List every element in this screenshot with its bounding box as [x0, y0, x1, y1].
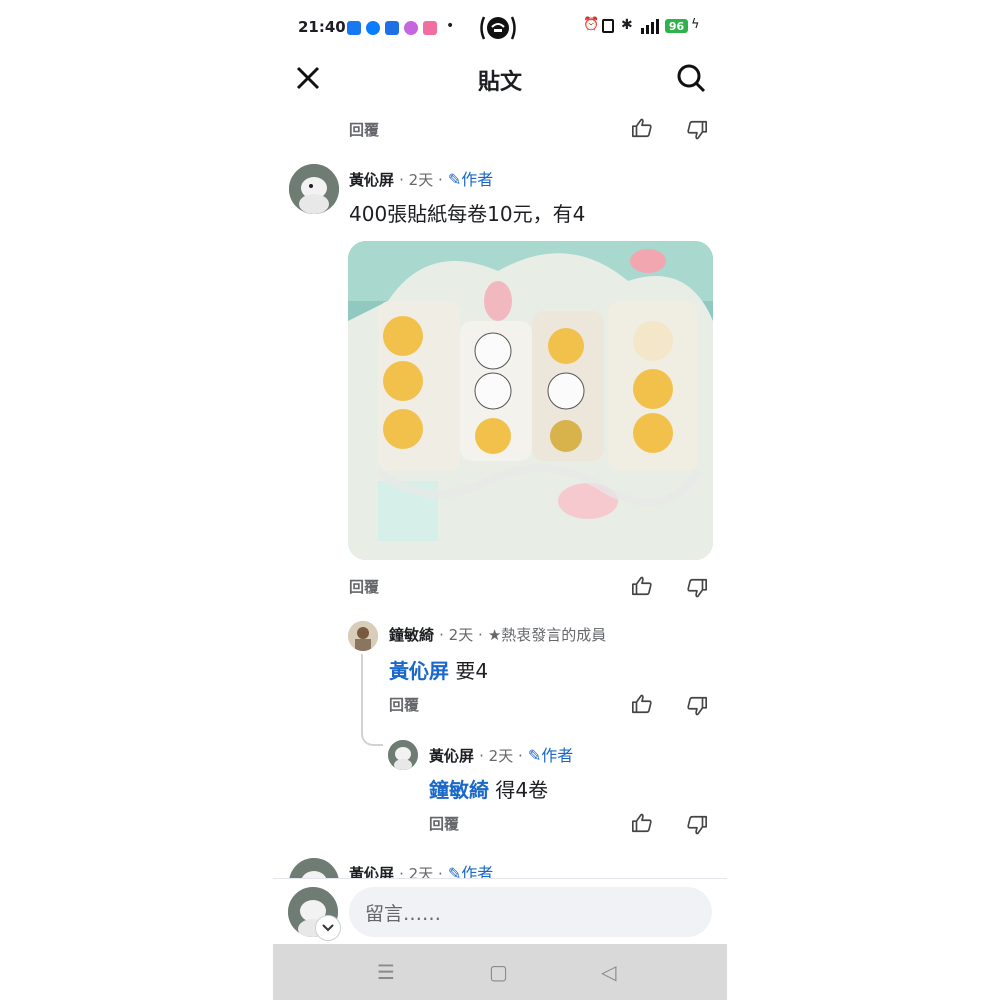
- thumbs-down-icon[interactable]: [685, 576, 709, 600]
- calendar-notification-icon: [423, 21, 437, 35]
- status-bar: 21:40 • ⏰ ✱ 96 ϟ: [273, 14, 727, 42]
- phone-screen: 21:40 • ⏰ ✱ 96 ϟ 貼文 回覆 黃伈屏 · 2天 · ✎作者 40…: [273, 0, 727, 1000]
- thumbs-down-icon[interactable]: [685, 694, 709, 718]
- author-badge: 作者: [461, 170, 494, 189]
- battery-icon: 96: [665, 19, 688, 33]
- thread-connector: [361, 654, 383, 746]
- avatar[interactable]: [388, 740, 418, 770]
- avatar[interactable]: [348, 621, 378, 651]
- bluetooth-icon: ✱: [621, 17, 633, 33]
- comment-input[interactable]: 留言……: [349, 887, 712, 937]
- comment-meta: · 2天 ·: [439, 626, 483, 644]
- comment-text: 要4: [455, 659, 489, 683]
- signal-icon: [637, 18, 661, 34]
- mention-link[interactable]: 黃伈屏: [389, 659, 449, 683]
- menu-icon[interactable]: ☰: [377, 960, 395, 984]
- pencil-icon: ✎: [527, 746, 542, 765]
- comment-header: 黃伈屏 · 2天 · ✎作者: [349, 166, 493, 190]
- comment-photo[interactable]: [348, 241, 713, 560]
- more-notifications-dot: •: [446, 18, 455, 34]
- app-notification-icon: [385, 21, 399, 35]
- thumbs-up-icon[interactable]: [630, 811, 654, 835]
- reply-button[interactable]: 回覆: [349, 576, 379, 597]
- commenter-name[interactable]: 黃伈屏: [429, 747, 474, 765]
- home-icon[interactable]: ▢: [489, 960, 508, 984]
- hotspot-icon: [478, 14, 518, 42]
- messenger-notification-icon: [366, 21, 380, 35]
- reply-button[interactable]: 回覆: [389, 694, 419, 715]
- member-badge: 熱衷發言的成員: [501, 626, 607, 644]
- status-time: 21:40: [298, 18, 346, 36]
- vibrate-icon: [602, 19, 614, 33]
- comment-meta: · 2天 ·: [399, 171, 443, 189]
- comment-composer: 留言……: [273, 878, 727, 945]
- thumbs-down-icon[interactable]: [685, 813, 709, 837]
- photos-notification-icon: [404, 21, 418, 35]
- facebook-notification-icon: [347, 21, 361, 35]
- back-icon[interactable]: ◁: [601, 960, 616, 984]
- reply-button[interactable]: 回覆: [349, 119, 379, 140]
- comment-text-row: 黃伈屏 要4: [389, 655, 488, 684]
- comment-text-row: 鐘敏綺 得4卷: [429, 774, 548, 803]
- comment-text: 得4卷: [495, 778, 549, 802]
- alarm-icon: ⏰: [583, 17, 600, 32]
- comment-header: 鐘敏綺 · 2天 · ★熱衷發言的成員: [389, 624, 606, 645]
- system-nav-bar: ☰ ▢ ◁: [273, 944, 727, 1000]
- mention-link[interactable]: 鐘敏綺: [429, 778, 489, 802]
- thumbs-up-icon[interactable]: [630, 574, 654, 598]
- search-icon[interactable]: [675, 62, 707, 94]
- avatar[interactable]: [289, 164, 339, 214]
- comment-meta: · 2天 ·: [479, 747, 523, 765]
- thumbs-up-icon[interactable]: [630, 116, 654, 140]
- reply-button[interactable]: 回覆: [429, 813, 459, 834]
- thumbs-down-icon[interactable]: [685, 118, 709, 142]
- author-badge: 作者: [541, 746, 574, 765]
- pencil-icon: ✎: [447, 170, 462, 189]
- charging-icon: ϟ: [691, 17, 700, 32]
- battery-level: 96: [668, 19, 685, 33]
- comment-placeholder: 留言……: [365, 902, 442, 925]
- commenter-name[interactable]: 鐘敏綺: [389, 626, 434, 644]
- comment-header: 黃伈屏 · 2天 · ✎作者: [429, 742, 573, 766]
- commenter-name[interactable]: 黃伈屏: [349, 171, 394, 189]
- comment-text: 400張貼紙每卷10元，有4: [349, 202, 586, 226]
- page-title: 貼文: [477, 70, 522, 95]
- star-icon: ★: [487, 626, 502, 644]
- chevron-down-icon[interactable]: [315, 915, 341, 941]
- thumbs-up-icon[interactable]: [630, 692, 654, 716]
